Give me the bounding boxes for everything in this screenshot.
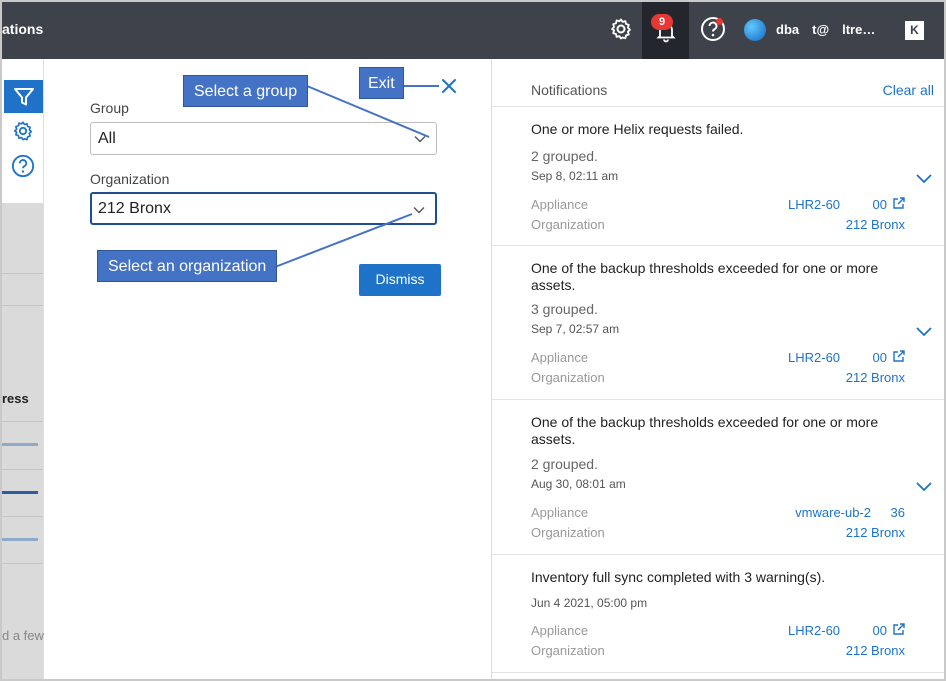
group-select-value: All [98, 130, 116, 147]
grouped-count: 2 grouped. [531, 456, 598, 472]
footer-text: d a few [2, 628, 44, 643]
help-icon[interactable] [698, 14, 728, 44]
appliance-link[interactable]: LHR2-60 00 [788, 623, 887, 638]
filter-icon[interactable] [4, 80, 43, 113]
progress-bar [2, 538, 38, 541]
notification-date: Jun 4 2021, 05:00 pm [531, 596, 648, 610]
notification-message: One of the backup thresholds exceeded fo… [531, 414, 879, 447]
notification-message: One of the backup thresholds exceeded fo… [531, 260, 879, 293]
clear-all-link[interactable]: Clear all [883, 82, 934, 98]
organization-label: Organization [531, 217, 605, 232]
notification-card[interactable]: One of the backup thresholds exceeded fo… [492, 246, 944, 400]
close-icon[interactable] [439, 76, 459, 96]
organization-link[interactable]: 212 Bronx [846, 370, 905, 385]
organization-select[interactable]: 212 Bronx [90, 192, 437, 225]
appliance-label: Appliance [531, 623, 589, 638]
avatar[interactable] [744, 19, 766, 41]
gear-icon[interactable] [606, 14, 636, 44]
group-select[interactable]: All [90, 122, 437, 155]
callout-exit: Exit [359, 67, 404, 99]
external-link-icon[interactable] [892, 622, 906, 636]
background-content: ress d a few [2, 203, 44, 679]
app-window: ations 9 dba t@ ltre… K ress d a few Gro… [0, 0, 946, 681]
divider [2, 421, 43, 422]
notification-date: Sep 8, 02:11 am [531, 169, 619, 183]
progress-bar [2, 443, 38, 446]
divider [2, 516, 43, 517]
top-bar: ations 9 dba t@ ltre… K [2, 2, 944, 59]
page-title: ations [2, 21, 44, 37]
organization-select-value: 212 Bronx [98, 200, 171, 217]
notifications-button[interactable] [642, 2, 689, 59]
organization-link[interactable]: 212 Bronx [846, 643, 905, 658]
appliance-label: Appliance [531, 197, 589, 212]
notification-card[interactable]: One or more Helix requests failed. 2 gro… [492, 106, 944, 246]
notifications-panel: Notifications Clear all One or more Heli… [491, 59, 944, 679]
notifications-title: Notifications [531, 82, 608, 98]
organization-label: Organization [90, 171, 170, 187]
chevron-down-icon [413, 207, 425, 214]
notification-date: Sep 7, 02:57 am [531, 322, 620, 336]
notification-date: Aug 30, 08:01 am [531, 477, 626, 491]
appliance-label: Appliance [531, 350, 589, 365]
notification-count-badge: 9 [651, 14, 673, 30]
chevron-down-icon [414, 136, 426, 143]
notification-card[interactable]: One of the backup thresholds exceeded fo… [492, 400, 944, 555]
divider [2, 305, 43, 306]
notification-message: Inventory full sync completed with 3 war… [531, 569, 826, 585]
callout-select-organization: Select an organization [97, 250, 278, 282]
settings-icon[interactable] [11, 119, 35, 143]
external-link-icon[interactable] [892, 196, 906, 210]
organization-link[interactable]: 212 Bronx [846, 525, 905, 540]
notification-card[interactable]: Inventory full sync completed with 3 war… [492, 555, 944, 673]
progress-bar [2, 491, 38, 494]
divider [2, 273, 43, 274]
divider [2, 469, 43, 470]
grouped-count: 2 grouped. [531, 148, 598, 164]
column-heading: ress [2, 391, 29, 406]
organization-label: Organization [531, 525, 605, 540]
dismiss-button[interactable]: Dismiss [359, 264, 441, 296]
organization-label: Organization [531, 643, 605, 658]
appliance-label: Appliance [531, 505, 589, 520]
external-link-icon[interactable] [892, 349, 906, 363]
group-label: Group [90, 100, 129, 116]
chevron-down-icon[interactable] [915, 173, 933, 185]
organization-link[interactable]: 212 Bronx [846, 217, 905, 232]
brand-logo[interactable]: K [905, 21, 924, 40]
notification-message: One or more Helix requests failed. [531, 121, 744, 137]
grouped-count: 3 grouped. [531, 301, 598, 317]
chevron-down-icon[interactable] [915, 326, 933, 338]
divider [2, 563, 43, 564]
help-circle-icon[interactable] [11, 154, 35, 178]
chevron-down-icon[interactable] [915, 481, 933, 493]
organization-label: Organization [531, 370, 605, 385]
help-alert-dot [716, 18, 723, 25]
appliance-link[interactable]: LHR2-60 00 [788, 197, 887, 212]
appliance-link[interactable]: vmware-ub-2 36 [795, 505, 905, 520]
callout-select-group: Select a group [183, 75, 309, 107]
appliance-link[interactable]: LHR2-60 00 [788, 350, 887, 365]
user-name[interactable]: dba t@ ltre… [776, 22, 875, 37]
